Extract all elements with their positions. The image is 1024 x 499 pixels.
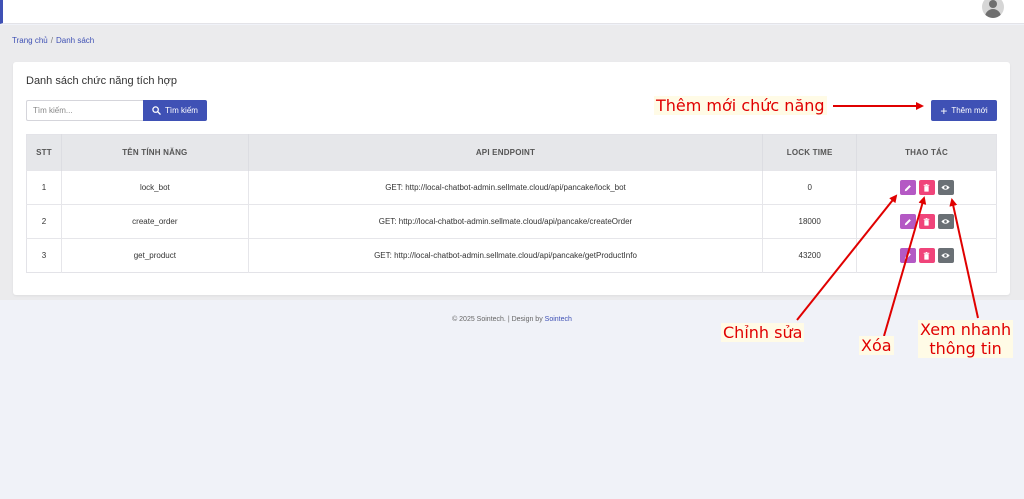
breadcrumb-separator: / [50,36,53,45]
search-button[interactable]: Tìm kiếm [143,100,207,121]
cell-name: get_product [61,238,249,273]
function-list-card: Danh sách chức năng tích hợp Tìm kiếm + … [13,62,1010,295]
annotation-edit: Chỉnh sửa [721,323,805,343]
annotation-view-line1: Xem nhanh [920,320,1012,339]
search-button-label: Tìm kiếm [165,106,198,115]
cell-actions [856,170,997,205]
edit-button[interactable] [899,248,916,263]
breadcrumb: Trang chủ / Danh sách [12,36,94,45]
header-stt: STT [26,134,62,171]
edit-button[interactable] [899,214,916,229]
footer-link[interactable]: Sointech [545,316,572,323]
plus-icon: + [940,103,948,118]
user-avatar-icon[interactable] [982,0,1004,18]
table-header-row: STT TÊN TÍNH NĂNG API ENDPOINT LOCK TIME… [26,134,997,171]
delete-button[interactable] [918,180,935,195]
pencil-icon [904,184,911,191]
card-title: Danh sách chức năng tích hợp [26,75,177,87]
cell-endpoint: GET: http://local-chatbot-admin.sellmate… [248,170,764,205]
function-table: STT TÊN TÍNH NĂNG API ENDPOINT LOCK TIME… [26,134,997,273]
edit-button[interactable] [899,180,916,195]
search-input[interactable] [26,100,143,121]
pencil-icon [904,252,911,259]
view-button[interactable] [937,180,954,195]
view-button[interactable] [937,248,954,263]
cell-endpoint: GET: http://local-chatbot-admin.sellmate… [248,238,764,273]
footer: © 2025 Sointech. | Design by Sointech [0,316,1024,323]
cell-name: create_order [61,204,249,239]
cell-stt: 2 [26,204,62,239]
table-row: 2 create_order GET: http://local-chatbot… [26,204,997,239]
search-icon [152,106,161,115]
cell-actions [856,238,997,273]
header-name: TÊN TÍNH NĂNG [61,134,249,171]
trash-icon [923,217,930,226]
eye-icon [941,219,950,224]
cell-stt: 1 [26,170,62,205]
delete-button[interactable] [918,248,935,263]
annotation-add: Thêm mới chức năng [654,96,827,116]
eye-icon [941,185,950,190]
table-row: 1 lock_bot GET: http://local-chatbot-adm… [26,170,997,205]
header-actions: THAO TÁC [856,134,997,171]
add-new-button[interactable]: + Thêm mới [931,100,997,121]
top-bar [0,0,1024,24]
cell-name: lock_bot [61,170,249,205]
cell-actions [856,204,997,239]
header-endpoint: API ENDPOINT [248,134,764,171]
cell-lock-time: 18000 [762,204,858,239]
cell-endpoint: GET: http://local-chatbot-admin.sellmate… [248,204,764,239]
footer-text: © 2025 Sointech. | Design by [452,316,543,323]
breadcrumb-home[interactable]: Trang chủ [12,36,48,45]
delete-button[interactable] [918,214,935,229]
table-row: 3 get_product GET: http://local-chatbot-… [26,238,997,273]
cell-lock-time: 43200 [762,238,858,273]
trash-icon [923,251,930,260]
trash-icon [923,183,930,192]
eye-icon [941,253,950,258]
view-button[interactable] [937,214,954,229]
header-lock-time: LOCK TIME [762,134,858,171]
annotation-delete: Xóa [859,336,894,356]
breadcrumb-current[interactable]: Danh sách [56,36,94,45]
pencil-icon [904,218,911,225]
annotation-view-line2: thông tin [929,339,1002,359]
cell-lock-time: 0 [762,170,858,205]
annotation-view: Xem nhanh thông tin [918,320,1014,359]
add-new-button-label: Thêm mới [951,106,988,115]
cell-stt: 3 [26,238,62,273]
